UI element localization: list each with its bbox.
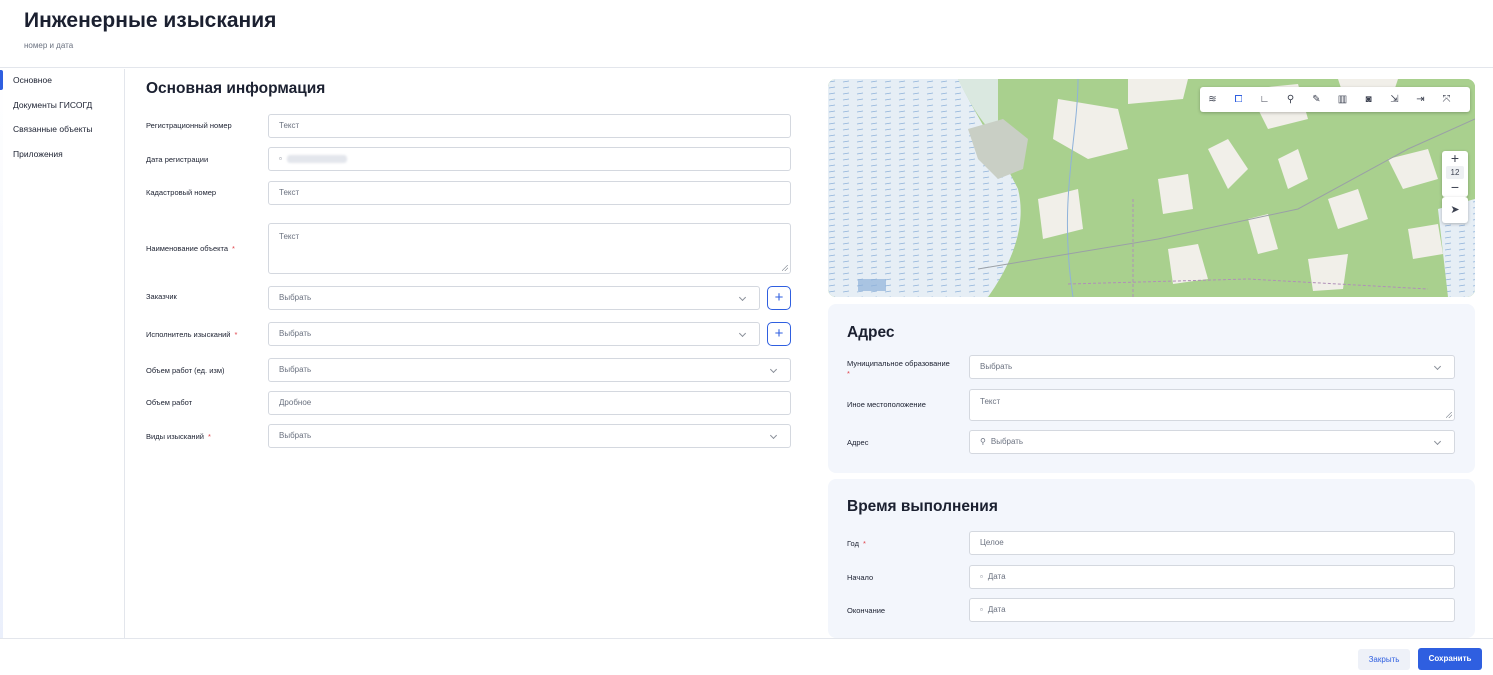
redacted-value xyxy=(286,154,347,163)
survey-types-select[interactable]: Выбрать xyxy=(268,424,791,448)
camera-icon[interactable]: ◙ xyxy=(1360,91,1377,108)
zoom-out-button[interactable]: − xyxy=(1442,180,1468,194)
customer-select[interactable]: Выбрать xyxy=(268,286,760,310)
add-executor-button[interactable]: + xyxy=(767,322,791,346)
sidebar: Основное Документы ГИСОГД Связанные объе… xyxy=(0,69,125,638)
close-button[interactable]: Закрыть xyxy=(1358,649,1410,670)
customer-label: Заказчик xyxy=(146,292,177,301)
pencil-icon[interactable]: ✎ xyxy=(1308,91,1325,108)
sidebar-item-label: Связанные объекты xyxy=(13,124,93,134)
navigation-arrow-icon: ➤ xyxy=(1450,204,1460,216)
address-title: Адрес xyxy=(847,324,895,341)
import-icon[interactable]: ⇲ xyxy=(1386,91,1403,108)
reg-date-input[interactable]: ▫ xyxy=(268,147,791,171)
municipal-label: Муниципальное образование * xyxy=(847,359,950,378)
zoom-in-button[interactable]: + xyxy=(1442,151,1468,165)
page-header: Инженерные изыскания номер и дата xyxy=(0,0,1493,68)
fullscreen-icon[interactable]: ⤧ xyxy=(1438,91,1455,108)
layers-icon[interactable]: ≋ xyxy=(1204,91,1221,108)
save-button[interactable]: Сохранить xyxy=(1418,648,1482,670)
cadastral-input[interactable]: Текст xyxy=(268,181,791,205)
page-title: Инженерные изыскания xyxy=(24,9,277,32)
address-label: Адрес xyxy=(847,438,869,447)
cadastral-label: Кадастровый номер xyxy=(146,188,217,197)
municipal-select[interactable]: Выбрать xyxy=(969,355,1455,379)
reg-date-label: Дата регистрации xyxy=(146,155,209,164)
map-view[interactable]: ≋ ⧠ ∟ ⚲ ✎ ▥ ◙ ⇲ ⇥ ⤧ + 12 − ➤ xyxy=(828,79,1475,297)
object-name-label: Наименование объекта * xyxy=(146,244,235,253)
year-input[interactable]: Целое xyxy=(969,531,1455,555)
sidebar-item-label: Документы ГИСОГД xyxy=(13,100,93,110)
required-mark: * xyxy=(847,369,850,378)
executor-label: Исполнитель изысканий * xyxy=(146,330,238,339)
end-date-input[interactable]: ▫ Дата xyxy=(969,598,1455,622)
address-select[interactable]: ⚲ Выбрать xyxy=(969,430,1455,454)
page-subtitle: номер и дата xyxy=(24,41,74,50)
zoom-control: + 12 − xyxy=(1442,151,1468,197)
sidebar-item-main[interactable]: Основное xyxy=(0,70,124,90)
end-label: Окончание xyxy=(847,606,886,615)
calendar-icon: ▫ xyxy=(980,605,983,614)
reg-number-label: Регистрационный номер xyxy=(146,121,232,130)
required-mark: * xyxy=(207,432,211,441)
export-icon[interactable]: ⇥ xyxy=(1412,91,1429,108)
start-label: Начало xyxy=(847,573,874,582)
year-label: Год * xyxy=(847,539,866,548)
footer-bar: Закрыть Сохранить xyxy=(0,638,1493,675)
execution-time-title: Время выполнения xyxy=(847,498,998,515)
other-location-textarea[interactable]: Текст xyxy=(969,389,1455,421)
volume-label: Объем работ xyxy=(146,398,193,407)
survey-types-label: Виды изысканий * xyxy=(146,432,211,441)
add-customer-button[interactable]: + xyxy=(767,286,791,310)
volume-input[interactable]: Дробное xyxy=(268,391,791,415)
volume-unit-select[interactable]: Выбрать xyxy=(268,358,791,382)
required-mark: * xyxy=(234,330,238,339)
start-date-input[interactable]: ▫ Дата xyxy=(969,565,1455,589)
executor-select[interactable]: Выбрать xyxy=(268,322,760,346)
volume-unit-label: Объем работ (ед. изм) xyxy=(146,366,225,375)
calendar-icon: ▫ xyxy=(980,572,983,581)
object-name-textarea[interactable]: Текст xyxy=(268,223,791,274)
trash-icon[interactable]: ▥ xyxy=(1334,91,1351,108)
locate-button[interactable]: ➤ xyxy=(1442,197,1468,223)
page: Инженерные изыскания номер и дата Основн… xyxy=(0,0,1493,675)
ruler-icon[interactable]: ∟ xyxy=(1256,91,1273,108)
calendar-icon: ▫ xyxy=(279,154,282,163)
sidebar-item-gisogd-documents[interactable]: Документы ГИСОГД xyxy=(0,95,124,115)
polygon-select-icon[interactable]: ⧠ xyxy=(1230,91,1247,108)
other-location-label: Иное местоположение xyxy=(847,400,926,409)
sidebar-item-attachments[interactable]: Приложения xyxy=(0,144,124,164)
search-icon: ⚲ xyxy=(980,437,986,446)
sidebar-item-label: Основное xyxy=(13,75,52,85)
zoom-level: 12 xyxy=(1446,166,1464,179)
sidebar-item-linked-objects[interactable]: Связанные объекты xyxy=(0,119,124,139)
main-info-title: Основная информация xyxy=(146,80,326,97)
required-mark: * xyxy=(232,244,235,253)
search-icon[interactable]: ⚲ xyxy=(1282,91,1299,108)
map-toolbar: ≋ ⧠ ∟ ⚲ ✎ ▥ ◙ ⇲ ⇥ ⤧ xyxy=(1200,87,1470,112)
required-mark: * xyxy=(862,539,866,548)
reg-number-input[interactable]: Текст xyxy=(268,114,791,138)
sidebar-item-label: Приложения xyxy=(13,149,63,159)
